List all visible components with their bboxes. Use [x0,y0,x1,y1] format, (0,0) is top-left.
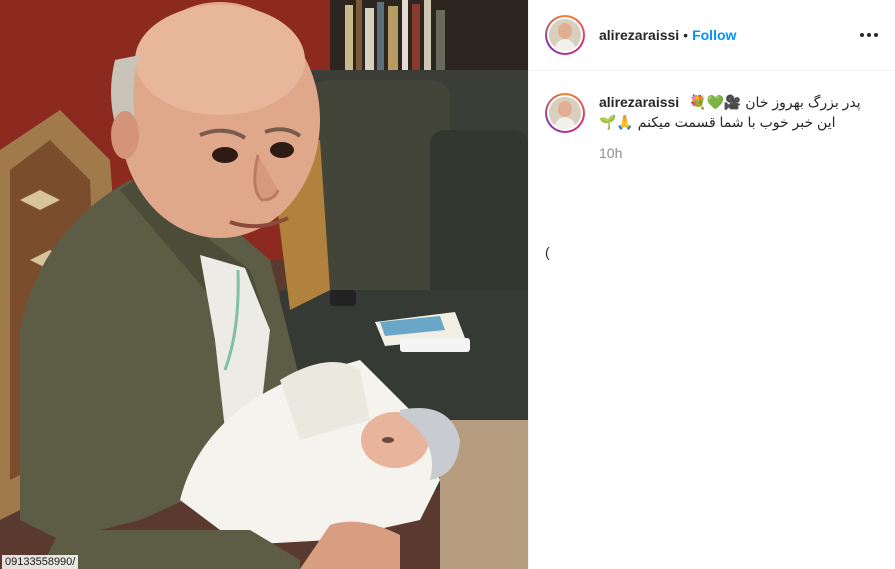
avatar-photo-icon [549,19,581,51]
caption-avatar-border [547,95,583,131]
caption-avatar[interactable] [545,93,585,133]
more-options-icon[interactable] [857,23,881,47]
avatar-border [547,17,583,53]
post-sidebar: alirezaraissi • Follow alirezaraissi پدر… [528,0,895,569]
caption-comment: alirezaraissi پدر بزرگ بهروز خان 🎥💚💐 این… [529,71,895,161]
caption-username[interactable]: alirezaraissi [599,94,679,110]
stray-mark: ( [545,244,550,260]
avatar-image [549,19,581,51]
watermark-text: 09133558990/ [2,555,79,569]
caption-text-line1: پدر بزرگ بهروز خان 🎥💚💐 [689,94,861,110]
follow-button[interactable]: Follow [692,27,736,43]
caption-first-line: alirezaraissi پدر بزرگ بهروز خان 🎥💚💐 [599,93,879,111]
post-photo[interactable]: 09133558990/ [0,0,528,569]
caption-body: alirezaraissi پدر بزرگ بهروز خان 🎥💚💐 این… [599,93,879,161]
avatar[interactable] [545,15,585,55]
post-photo-illustration [0,0,528,569]
caption-avatar-photo-icon [549,97,581,129]
caption-text-line2: این خبر خوب با شما قسمت میکنم 🙏🌱 [599,114,836,130]
post-timestamp[interactable]: 10h [599,145,879,161]
header-username[interactable]: alirezaraissi [599,27,679,43]
post-header: alirezaraissi • Follow [529,0,895,71]
caption-avatar-image [549,97,581,129]
separator-dot: • [683,27,689,43]
